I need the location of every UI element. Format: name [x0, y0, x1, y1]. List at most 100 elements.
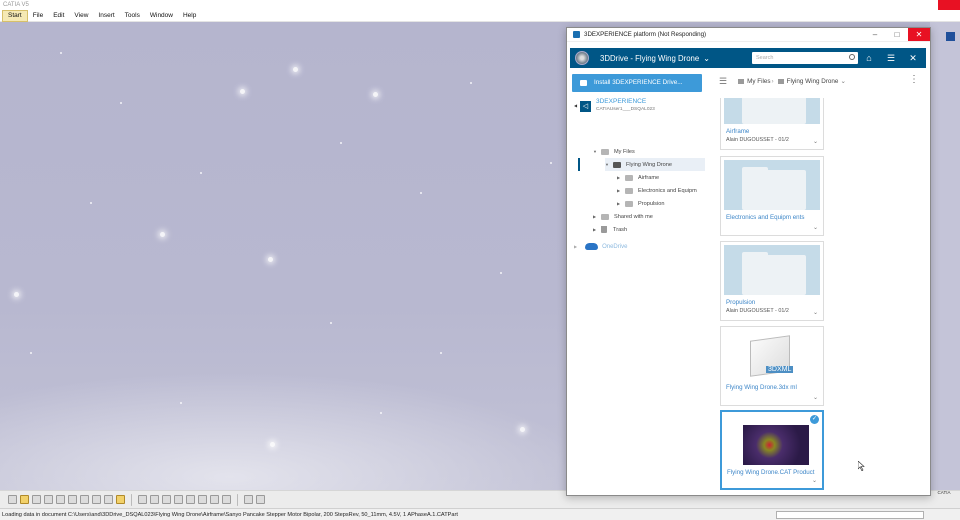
- caret-down-icon[interactable]: ◀: [574, 103, 577, 108]
- app-title-text: 3DDrive - Flying Wing Drone: [600, 53, 700, 63]
- menu-view[interactable]: View: [69, 10, 93, 22]
- menu-edit[interactable]: Edit: [48, 10, 69, 22]
- close-panel-icon[interactable]: ✕: [906, 51, 920, 65]
- chevron-down-icon[interactable]: ⌄: [813, 138, 818, 145]
- file-card-electronics[interactable]: Electronics and Equipm ents ⌄: [720, 156, 824, 236]
- caret-right-icon: ▶: [574, 244, 578, 249]
- tree-item-trash[interactable]: ▶ Trash: [593, 223, 627, 236]
- star: [268, 257, 273, 262]
- trash-icon: [601, 226, 607, 233]
- search-input[interactable]: Search: [752, 52, 858, 64]
- tag-icon[interactable]: ⌂: [862, 51, 876, 65]
- zoom-icon[interactable]: [162, 495, 171, 504]
- chevron-down-icon[interactable]: ⌄: [840, 78, 845, 85]
- folder-icon: [613, 161, 621, 168]
- help-icon[interactable]: [116, 495, 125, 504]
- command-input[interactable]: [776, 511, 924, 519]
- open-icon[interactable]: [20, 495, 29, 504]
- file-grid[interactable]: Airframe Alain DUGOUSSET - 01/2 ⌄ Electr…: [719, 98, 922, 492]
- card-owner: Alain DUGOUSSET - 01/2: [726, 308, 789, 314]
- tree-item-shared[interactable]: ▶ Shared with me: [593, 210, 653, 223]
- tree-item-electronics[interactable]: ▶ Electronics and Equipm: [617, 184, 697, 197]
- tree-item-onedrive[interactable]: ▶ OneDrive: [574, 243, 627, 250]
- menu-start[interactable]: Start: [2, 9, 28, 22]
- tree-label: Flying Wing Drone: [626, 161, 673, 168]
- menu-file[interactable]: File: [28, 10, 48, 22]
- close-icon[interactable]: ✕: [908, 28, 930, 41]
- folder-icon: [742, 98, 806, 124]
- catia-logo-text: CATIA: [937, 490, 951, 495]
- file-card-propulsion[interactable]: Propulsion Alain DUGOUSSET - 01/2 ⌄: [720, 241, 824, 321]
- save-icon[interactable]: [32, 495, 41, 504]
- view-icon[interactable]: [186, 495, 195, 504]
- card-name[interactable]: Airframe: [726, 127, 814, 136]
- catia-logo-icon: CATIA: [934, 490, 954, 506]
- 3dexperience-icon: ◁: [580, 101, 591, 112]
- chevron-down-icon[interactable]: ⌄: [812, 477, 817, 484]
- install-icon: [580, 80, 587, 86]
- copy-icon[interactable]: [68, 495, 77, 504]
- maximize-icon[interactable]: □: [886, 28, 908, 41]
- more-options-icon[interactable]: ⋮: [909, 74, 919, 85]
- install-drive-button[interactable]: Install 3DEXPERIENCE Drive...: [572, 74, 702, 92]
- catia-close-button[interactable]: [938, 0, 960, 10]
- card-name[interactable]: Flying Wing Drone.CAT Product: [727, 468, 815, 477]
- tree-item-propulsion[interactable]: ▶ Propulsion: [617, 197, 664, 210]
- star: [380, 412, 382, 414]
- rotate-icon[interactable]: [150, 495, 159, 504]
- file-card-airframe[interactable]: Airframe Alain DUGOUSSET - 01/2 ⌄: [720, 98, 824, 150]
- dx-titlebar: 3DEXPERIENCE platform (Not Responding) –…: [567, 28, 930, 42]
- status-text: Loading data in document C:\Users\and\3D…: [2, 512, 458, 518]
- fit-all-icon[interactable]: [174, 495, 183, 504]
- cut-icon[interactable]: [56, 495, 65, 504]
- menu-tools[interactable]: Tools: [120, 10, 145, 22]
- undo-icon[interactable]: [92, 495, 101, 504]
- menu-help[interactable]: Help: [178, 10, 201, 22]
- card-name[interactable]: Flying Wing Drone.3dx ml: [726, 383, 814, 392]
- paste-icon[interactable]: [80, 495, 89, 504]
- file-card-catproduct[interactable]: ✓ Flying Wing Drone.CAT Product ⌄: [720, 410, 824, 490]
- measure-icon[interactable]: [244, 495, 253, 504]
- star: [440, 352, 442, 354]
- compass-icon[interactable]: [575, 51, 589, 65]
- print-icon[interactable]: [44, 495, 53, 504]
- app-title-menu[interactable]: 3DDrive - Flying Wing Drone ⌄: [600, 54, 710, 63]
- check-icon[interactable]: ✓: [810, 415, 819, 424]
- hide-icon[interactable]: [210, 495, 219, 504]
- star: [330, 322, 332, 324]
- star: [270, 442, 275, 447]
- star: [60, 52, 62, 54]
- tree-item-flying-wing-drone[interactable]: ▼ Flying Wing Drone: [605, 158, 705, 171]
- 3dxml-thumbnail: 3DXML: [724, 330, 820, 380]
- render-icon[interactable]: [198, 495, 207, 504]
- breadcrumb-my-files[interactable]: My Files: [747, 78, 770, 85]
- breadcrumb-current[interactable]: Flying Wing Drone: [787, 78, 839, 85]
- tree-item-my-files[interactable]: ▼ My Files: [593, 145, 635, 158]
- pan-icon[interactable]: [138, 495, 147, 504]
- search-icon[interactable]: [849, 54, 855, 60]
- dx-window-title: 3DEXPERIENCE platform (Not Responding): [584, 31, 707, 38]
- list-menu-icon[interactable]: ☰: [719, 76, 727, 87]
- menu-window[interactable]: Window: [145, 10, 178, 22]
- status-bar: Loading data in document C:\Users\and\3D…: [0, 508, 960, 520]
- chevron-down-icon[interactable]: ⌄: [813, 309, 818, 316]
- star: [90, 202, 92, 204]
- menu-insert[interactable]: Insert: [93, 10, 119, 22]
- dx-app-icon: [573, 31, 580, 38]
- star: [14, 292, 19, 297]
- file-card-3dxml[interactable]: 3DXML Flying Wing Drone.3dx ml ⌄: [720, 326, 824, 406]
- tree-item-airframe[interactable]: ▶ Airframe: [617, 171, 659, 184]
- hamburger-icon[interactable]: ☰: [884, 51, 898, 65]
- minimize-icon[interactable]: –: [864, 28, 886, 41]
- settings-icon[interactable]: [256, 495, 265, 504]
- card-name[interactable]: Electronics and Equipm ents: [726, 213, 814, 222]
- folder-icon: [601, 148, 609, 155]
- redo-icon[interactable]: [104, 495, 113, 504]
- swap-icon[interactable]: [222, 495, 231, 504]
- compass-square[interactable]: [946, 32, 955, 41]
- card-name[interactable]: Propulsion: [726, 298, 814, 307]
- new-icon[interactable]: [8, 495, 17, 504]
- chevron-down-icon[interactable]: ⌄: [813, 394, 818, 401]
- tree-root-name: 3DEXPERIENCE: [596, 98, 647, 105]
- chevron-down-icon[interactable]: ⌄: [813, 224, 818, 231]
